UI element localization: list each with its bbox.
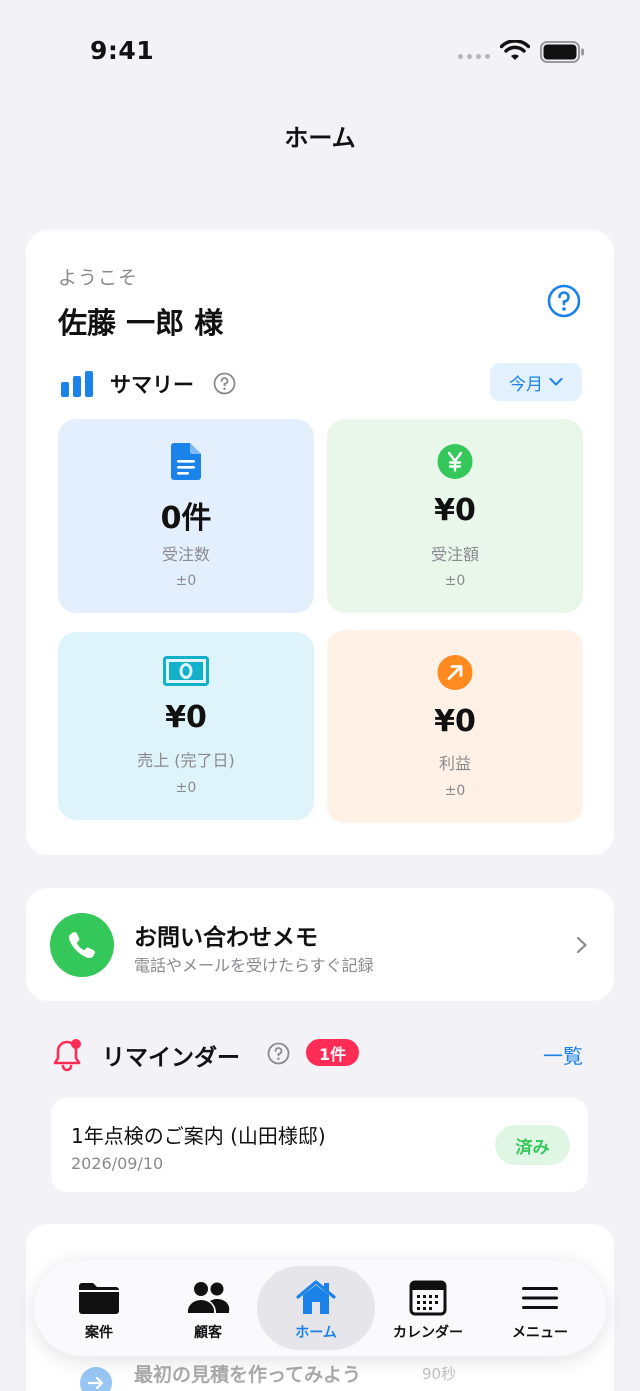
tile-value: ¥0 xyxy=(434,493,476,528)
onboarding-row[interactable]: 最初の見積を作ってみよう 90秒 xyxy=(0,1350,640,1391)
reminder-help-icon[interactable] xyxy=(267,1042,290,1065)
memo-title: お問い合わせメモ xyxy=(134,925,318,951)
tile-label: 利益 xyxy=(438,754,471,773)
tab-bar: 案件 顧客 ホーム カレンダー メニュー xyxy=(34,1260,606,1356)
reminder-item-date: 2026/09/10 xyxy=(71,1154,164,1173)
page-title: ホーム xyxy=(284,124,356,152)
period-select[interactable]: 今月 xyxy=(490,363,582,401)
sales-tile[interactable]: ¥0 売上 (完了日) ±0 xyxy=(58,632,314,820)
mark-done-button[interactable]: 済み xyxy=(495,1125,570,1165)
tile-label: 受注数 xyxy=(161,545,210,564)
reminder-item-title: 1年点検のご案内 (山田様邸) xyxy=(71,1124,326,1148)
phone-icon xyxy=(50,913,114,977)
orders-amount-tile[interactable]: ¥0 受注額 ±0 xyxy=(327,419,583,613)
tile-label: 受注額 xyxy=(430,545,479,564)
reminder-header: リマインダー 1件 一覧 xyxy=(0,1030,640,1080)
user-name: 佐藤 一郎 様 xyxy=(58,306,224,340)
folder-icon xyxy=(79,1283,119,1314)
battery-icon xyxy=(540,41,584,63)
chevron-down-icon xyxy=(549,378,563,386)
period-label: 今月 xyxy=(509,374,543,395)
wifi-icon xyxy=(500,40,530,60)
tile-delta: ±0 xyxy=(175,573,197,589)
orders-count-tile[interactable]: 0件 受注数 ±0 xyxy=(58,419,314,613)
memo-subtitle: 電話やメールを受けたらすぐ記録 xyxy=(134,956,374,975)
bell-icon xyxy=(53,1039,81,1072)
tile-delta: ±0 xyxy=(444,573,466,589)
tab-menu[interactable]: メニュー xyxy=(483,1260,597,1356)
chevron-right-icon xyxy=(576,936,587,954)
tab-label: 顧客 xyxy=(194,1325,222,1341)
status-bar: 9:41 xyxy=(0,0,640,100)
tab-calendar[interactable]: カレンダー xyxy=(371,1260,485,1356)
reminder-item[interactable]: 1年点検のご案内 (山田様邸) 2026/09/10 済み xyxy=(51,1098,588,1192)
cellular-icon xyxy=(458,54,490,59)
profit-tile[interactable]: ¥0 利益 ±0 xyxy=(327,630,583,823)
banknote-icon xyxy=(163,656,209,686)
summary-title: サマリー xyxy=(110,373,194,397)
onboarding-text: 最初の見積を作ってみよう xyxy=(134,1364,362,1386)
summary-card: ようこそ 佐藤 一郎 様 サマリー 今月 0件 受注数 ±0 ¥0 受注額 ±0… xyxy=(26,230,614,855)
tab-label: ホーム xyxy=(295,1325,337,1341)
menu-icon xyxy=(522,1287,558,1309)
tile-value: ¥0 xyxy=(165,700,207,735)
tile-value: 0件 xyxy=(160,501,212,536)
tile-value: ¥0 xyxy=(434,704,476,739)
tile-delta: ±0 xyxy=(175,780,197,796)
status-time: 9:41 xyxy=(90,36,155,65)
reminder-title: リマインダー xyxy=(102,1045,240,1071)
home-icon xyxy=(296,1280,336,1314)
tab-projects[interactable]: 案件 xyxy=(42,1260,156,1356)
tab-home[interactable]: ホーム xyxy=(259,1260,373,1356)
tab-label: メニュー xyxy=(512,1325,568,1341)
document-icon xyxy=(171,443,201,480)
people-icon xyxy=(188,1282,230,1313)
trend-up-icon xyxy=(437,655,473,690)
reminder-list-link[interactable]: 一覧 xyxy=(543,1040,583,1069)
onboarding-time: 90秒 xyxy=(422,1365,457,1383)
summary-help-icon[interactable] xyxy=(213,372,236,395)
help-icon[interactable] xyxy=(547,284,581,318)
tile-label: 売上 (完了日) xyxy=(137,751,235,770)
yen-icon xyxy=(437,444,473,479)
inquiry-memo-card[interactable]: お問い合わせメモ 電話やメールを受けたらすぐ記録 xyxy=(26,888,614,1001)
tab-label: 案件 xyxy=(85,1325,113,1341)
tab-label: カレンダー xyxy=(393,1325,463,1341)
reminder-count-badge: 1件 xyxy=(306,1039,360,1066)
calendar-icon xyxy=(409,1280,447,1316)
welcome-label: ようこそ xyxy=(58,267,139,289)
tile-delta: ±0 xyxy=(444,783,466,799)
tab-customers[interactable]: 顧客 xyxy=(151,1260,265,1356)
arrow-right-icon xyxy=(80,1367,112,1391)
bar-chart-icon xyxy=(61,371,93,397)
